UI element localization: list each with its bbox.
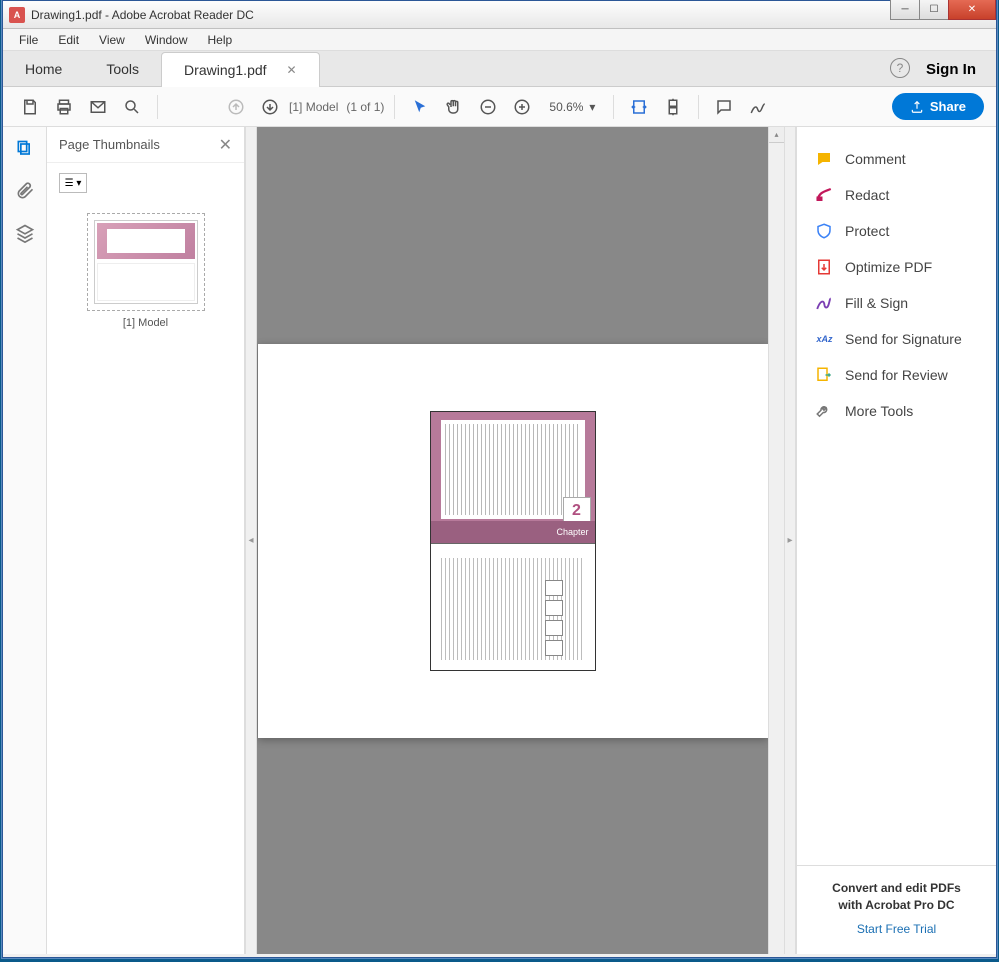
send-review-tool-icon: [815, 366, 833, 384]
tools-panel: Comment Redact Protect Optimize PDF Fill & S…: [796, 127, 996, 954]
collapse-left-handle[interactable]: ◂: [245, 127, 257, 954]
comment-tool-icon: [815, 150, 833, 168]
fit-width-icon[interactable]: [624, 92, 654, 122]
tab-close-icon[interactable]: ✕: [287, 63, 297, 77]
menu-help[interactable]: Help: [198, 31, 243, 49]
page-count: (1 of 1): [346, 100, 384, 114]
tab-home[interactable]: Home: [3, 52, 84, 86]
maximize-button[interactable]: ☐: [919, 0, 949, 20]
tool-label: Protect: [845, 223, 889, 239]
pdf-page: 2 Chapter: [258, 344, 768, 738]
chapter-label: Chapter: [556, 527, 588, 537]
sign-icon[interactable]: [743, 92, 773, 122]
thumbnails-title: Page Thumbnails: [59, 137, 160, 152]
thumbnail-label: [1] Model: [123, 317, 168, 329]
thumbnails-list: [1] Model: [47, 203, 244, 954]
tool-label: Redact: [845, 187, 889, 203]
upload-icon: [910, 100, 924, 114]
page-down-icon[interactable]: [255, 92, 285, 122]
more-tools[interactable]: More Tools: [797, 393, 996, 429]
tab-document-label: Drawing1.pdf: [184, 62, 267, 78]
app-icon: A: [9, 7, 25, 23]
tab-tools[interactable]: Tools: [84, 52, 161, 86]
titlebar: A Drawing1.pdf - Adobe Acrobat Reader DC…: [3, 1, 996, 29]
fill-sign-tool-icon: [815, 294, 833, 312]
redact-tool[interactable]: Redact: [797, 177, 996, 213]
thumbnails-panel: Page Thumbnails ✕ ☰ ▾ [1] Model: [47, 127, 245, 954]
hand-tool-icon[interactable]: [439, 92, 469, 122]
zoom-out-icon[interactable]: [473, 92, 503, 122]
collapse-right-handle[interactable]: ▸: [784, 127, 796, 954]
page-up-icon[interactable]: [221, 92, 251, 122]
protect-tool[interactable]: Protect: [797, 213, 996, 249]
fill-sign-tool[interactable]: Fill & Sign: [797, 285, 996, 321]
scroll-up-icon[interactable]: ▴: [769, 127, 784, 143]
tabbar: Home Tools Drawing1.pdf ✕ ? Sign In: [3, 51, 996, 87]
document-viewport[interactable]: 2 Chapter: [257, 127, 768, 954]
menu-view[interactable]: View: [89, 31, 135, 49]
vertical-scrollbar[interactable]: ▴: [768, 127, 784, 954]
layers-rail-icon[interactable]: [13, 221, 37, 245]
tool-label: Optimize PDF: [845, 259, 932, 275]
optimize-pdf-tool-icon: [815, 258, 833, 276]
zoom-level[interactable]: 50.6% ▾: [541, 98, 603, 116]
svg-text:xAz: xAz: [816, 334, 834, 344]
thumbnails-header: Page Thumbnails ✕: [47, 127, 244, 163]
document-canvas: 2 Chapter ▴: [257, 127, 784, 954]
thumbnails-close-icon[interactable]: ✕: [219, 135, 232, 155]
page-label: [1] Model: [289, 100, 338, 114]
comment-icon[interactable]: [709, 92, 739, 122]
optimize-pdf-tool[interactable]: Optimize PDF: [797, 249, 996, 285]
selection-tool-icon[interactable]: [405, 92, 435, 122]
thumbnails-rail-icon[interactable]: [13, 137, 37, 161]
tool-label: Send for Signature: [845, 331, 962, 347]
chevron-down-icon: ▾: [589, 100, 595, 114]
signin-button[interactable]: Sign In: [926, 61, 976, 78]
start-trial-link[interactable]: Start Free Trial: [807, 922, 986, 936]
close-button[interactable]: ✕: [948, 0, 996, 20]
page-indicator: [1] Model (1 of 1): [289, 100, 384, 114]
comment-tool[interactable]: Comment: [797, 141, 996, 177]
help-icon[interactable]: ?: [890, 58, 910, 78]
tools-list: Comment Redact Protect Optimize PDF Fill & S…: [797, 127, 996, 865]
protect-tool-icon: [815, 222, 833, 240]
footer-line2: with Acrobat Pro DC: [807, 897, 986, 914]
tools-footer: Convert and edit PDFs with Acrobat Pro D…: [797, 865, 996, 954]
statusbar: [3, 954, 996, 957]
tool-label: Fill & Sign: [845, 295, 908, 311]
search-icon[interactable]: [117, 92, 147, 122]
zoom-in-icon[interactable]: [507, 92, 537, 122]
share-button[interactable]: Share: [892, 93, 984, 120]
footer-line1: Convert and edit PDFs: [807, 880, 986, 897]
email-icon[interactable]: [83, 92, 113, 122]
window-title: Drawing1.pdf - Adobe Acrobat Reader DC: [31, 8, 891, 22]
menu-window[interactable]: Window: [135, 31, 198, 49]
content-area: Page Thumbnails ✕ ☰ ▾ [1] Model ◂: [3, 127, 996, 954]
redact-tool-icon: [815, 186, 833, 204]
save-icon[interactable]: [15, 92, 45, 122]
send-signature-tool-icon: xAz: [815, 330, 833, 348]
tool-label: Comment: [845, 151, 906, 167]
app-window: A Drawing1.pdf - Adobe Acrobat Reader DC…: [2, 0, 997, 958]
tool-label: More Tools: [845, 403, 913, 419]
print-icon[interactable]: [49, 92, 79, 122]
tab-document[interactable]: Drawing1.pdf ✕: [161, 52, 320, 87]
tool-label: Send for Review: [845, 367, 948, 383]
send-review-tool[interactable]: Send for Review: [797, 357, 996, 393]
attachments-rail-icon[interactable]: [13, 179, 37, 203]
more-tools-icon: [815, 402, 833, 420]
send-signature-tool[interactable]: xAz Send for Signature: [797, 321, 996, 357]
share-label: Share: [930, 99, 966, 114]
thumbnail-item[interactable]: [87, 213, 205, 311]
menubar: File Edit View Window Help: [3, 29, 996, 51]
menu-edit[interactable]: Edit: [48, 31, 89, 49]
toolbar: [1] Model (1 of 1) 50.6% ▾ Share: [3, 87, 996, 127]
thumbnails-options-button[interactable]: ☰ ▾: [59, 173, 87, 193]
minimize-button[interactable]: ─: [890, 0, 920, 20]
menu-file[interactable]: File: [9, 31, 48, 49]
left-rail: [3, 127, 47, 954]
zoom-value: 50.6%: [549, 100, 583, 114]
scroll-mode-icon[interactable]: [658, 92, 688, 122]
page-drawing: 2 Chapter: [430, 411, 596, 671]
